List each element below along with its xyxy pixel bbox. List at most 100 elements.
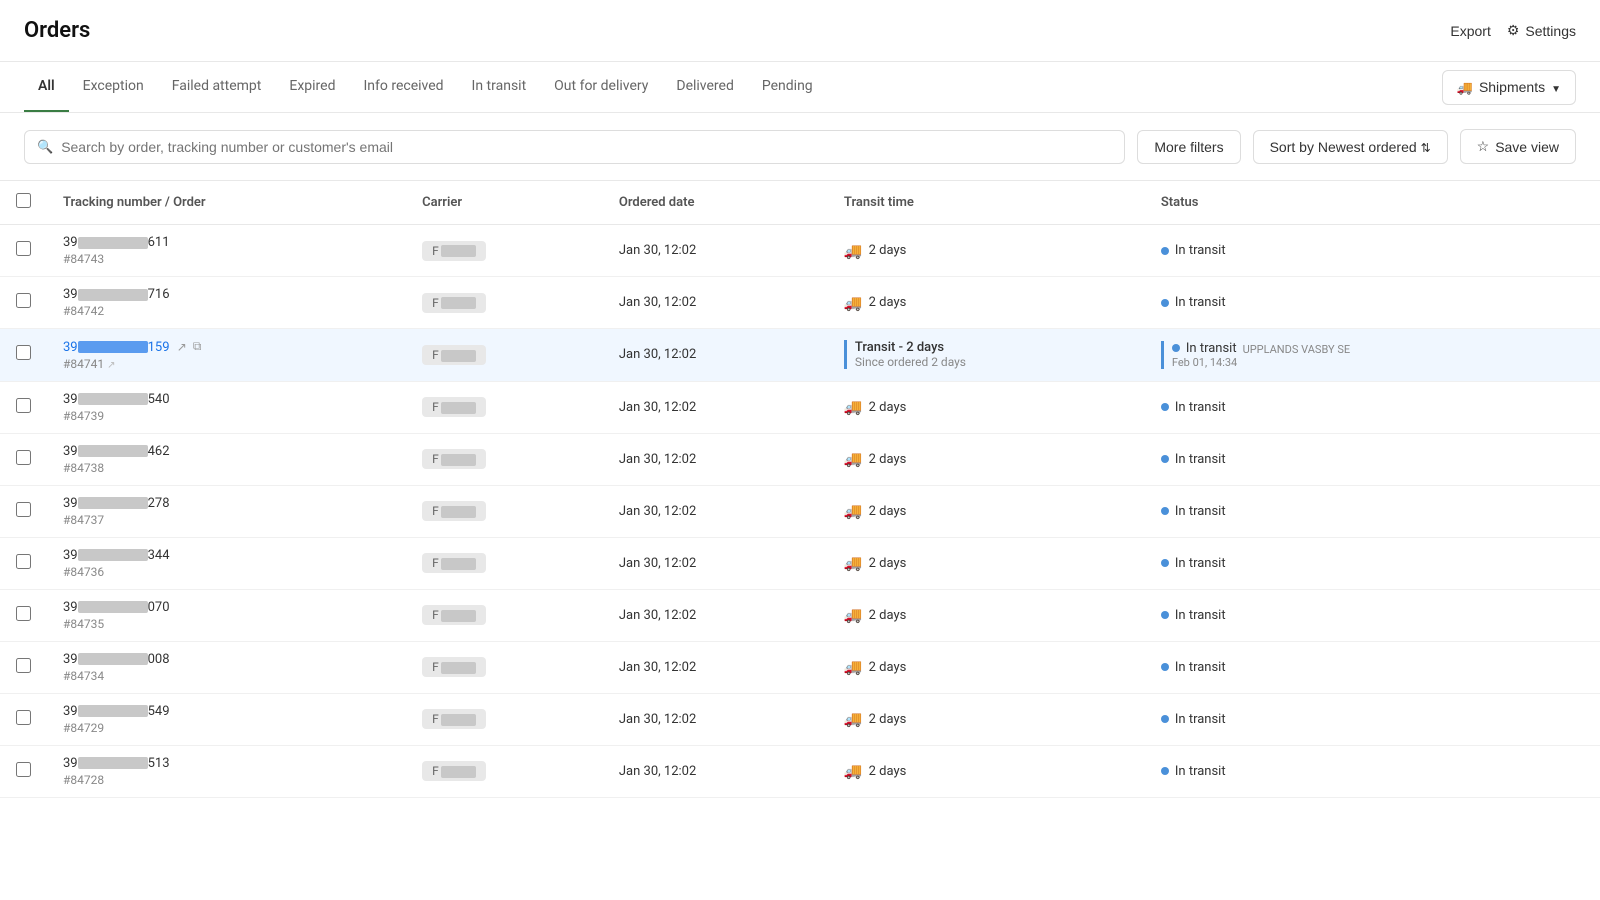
order-number: #84742 xyxy=(63,304,390,318)
tracking-number: 39070 xyxy=(63,600,390,615)
order-number: #84741 ↗ xyxy=(63,357,390,371)
status-text: In transit xyxy=(1175,764,1226,779)
transit-cell: 🚚 2 days xyxy=(844,606,1129,624)
transit-cell: 🚚 2 days xyxy=(844,294,1129,312)
toolbar: More filters Sort by Newest ordered Save… xyxy=(0,113,1600,181)
carrier-cell: F xyxy=(406,485,603,537)
tracking-cell: 39513 #84728 xyxy=(47,745,406,797)
row-checkbox[interactable] xyxy=(16,762,31,777)
table-row: 39716 #84742 FJan 30, 12:02 🚚 2 days In … xyxy=(0,277,1600,329)
transit-cell: 🚚 2 days xyxy=(844,658,1129,676)
order-ext-link-icon[interactable]: ↗ xyxy=(107,360,115,371)
shipments-button[interactable]: Shipments xyxy=(1442,70,1576,105)
status-dot xyxy=(1161,299,1169,307)
status-cell: In transit xyxy=(1145,485,1600,537)
carrier-cell: F xyxy=(406,277,603,329)
carrier-cell: F xyxy=(406,329,603,382)
carrier-cell: F xyxy=(406,589,603,641)
carrier-cell: F xyxy=(406,693,603,745)
ordered-date-cell: Jan 30, 12:02 xyxy=(603,641,828,693)
carrier-pill: F xyxy=(422,293,486,313)
tab-exception[interactable]: Exception xyxy=(69,62,158,112)
row-checkbox[interactable] xyxy=(16,293,31,308)
truck-small-icon: 🚚 xyxy=(844,450,863,468)
tab-expired[interactable]: Expired xyxy=(275,62,349,112)
row-checkbox[interactable] xyxy=(16,658,31,673)
tab-in-transit[interactable]: In transit xyxy=(458,62,541,112)
tab-pending[interactable]: Pending xyxy=(748,62,827,112)
table-header-row: Tracking number / Order Carrier Ordered … xyxy=(0,181,1600,225)
transit-time-cell: 🚚 2 days xyxy=(828,485,1145,537)
tab-out-for-delivery[interactable]: Out for delivery xyxy=(540,62,662,112)
row-checkbox[interactable] xyxy=(16,606,31,621)
row-checkbox-cell xyxy=(0,537,47,589)
tracking-number: 39278 xyxy=(63,496,390,511)
truck-small-icon: 🚚 xyxy=(844,554,863,572)
transit-days: 2 days xyxy=(869,660,907,675)
tracking-number: 39513 xyxy=(63,756,390,771)
copy-icon[interactable]: ⧉ xyxy=(193,339,202,354)
transit-days: 2 days xyxy=(869,556,907,571)
tab-delivered[interactable]: Delivered xyxy=(662,62,747,112)
status-main-row: In transit UPPLANDS VASBY SE xyxy=(1172,341,1584,356)
row-checkbox[interactable] xyxy=(16,554,31,569)
row-checkbox-cell xyxy=(0,225,47,277)
tab-all[interactable]: All xyxy=(24,62,69,112)
tracking-number: 39344 xyxy=(63,548,390,563)
status-row: In transit xyxy=(1161,660,1584,675)
order-number: #84734 xyxy=(63,669,390,683)
select-all-checkbox[interactable] xyxy=(16,193,31,208)
order-number: #84735 xyxy=(63,617,390,631)
status-dot xyxy=(1161,715,1169,723)
row-checkbox-cell xyxy=(0,693,47,745)
select-all-header[interactable] xyxy=(0,181,47,225)
table-row: 39159 ↗ ⧉ #84741 ↗ FJan 30, 12:02 Transi… xyxy=(0,329,1600,382)
tracking-cell: 39540 #84739 xyxy=(47,381,406,433)
status-dot xyxy=(1161,611,1169,619)
tracking-cell: 39070 #84735 xyxy=(47,589,406,641)
tracking-number: 39008 xyxy=(63,652,390,667)
status-row: In transit xyxy=(1161,556,1584,571)
shipments-label: Shipments xyxy=(1479,79,1545,95)
status-text: In transit xyxy=(1175,556,1226,571)
search-input[interactable] xyxy=(61,139,1112,155)
transit-time-cell: Transit - 2 days Since ordered 2 days xyxy=(828,329,1145,382)
sort-icon xyxy=(1421,139,1431,155)
sort-button[interactable]: Sort by Newest ordered xyxy=(1253,130,1448,164)
row-checkbox[interactable] xyxy=(16,345,31,360)
status-dot xyxy=(1161,403,1169,411)
row-checkbox[interactable] xyxy=(16,450,31,465)
row-checkbox[interactable] xyxy=(16,241,31,256)
row-checkbox-cell xyxy=(0,641,47,693)
status-cell: In transit xyxy=(1145,225,1600,277)
row-checkbox[interactable] xyxy=(16,710,31,725)
status-text: In transit xyxy=(1175,400,1226,415)
table-row: 39513 #84728 FJan 30, 12:02 🚚 2 days In … xyxy=(0,745,1600,797)
status-row: In transit xyxy=(1161,452,1584,467)
carrier-cell: F xyxy=(406,641,603,693)
caret-icon xyxy=(1551,79,1561,95)
export-button[interactable]: Export xyxy=(1450,23,1490,39)
order-number: #84739 xyxy=(63,409,390,423)
settings-button[interactable]: Settings xyxy=(1507,22,1576,39)
status-row: In transit xyxy=(1161,764,1584,779)
col-status: Status xyxy=(1145,181,1600,225)
carrier-pill: F xyxy=(422,709,486,729)
transit-cell: 🚚 2 days xyxy=(844,502,1129,520)
tracking-link[interactable]: 39159 xyxy=(63,340,170,355)
search-box[interactable] xyxy=(24,130,1125,164)
status-cell: In transit xyxy=(1145,589,1600,641)
save-view-button[interactable]: Save view xyxy=(1460,129,1576,164)
ext-link-icon[interactable]: ↗ xyxy=(177,340,187,354)
more-filters-button[interactable]: More filters xyxy=(1137,130,1240,164)
row-checkbox[interactable] xyxy=(16,502,31,517)
tabs: All Exception Failed attempt Expired Inf… xyxy=(24,62,827,112)
row-checkbox[interactable] xyxy=(16,398,31,413)
tracking-number: 39462 xyxy=(63,444,390,459)
transit-days: 2 days xyxy=(869,295,907,310)
ordered-date-cell: Jan 30, 12:02 xyxy=(603,589,828,641)
tab-failed-attempt[interactable]: Failed attempt xyxy=(158,62,276,112)
status-dot xyxy=(1161,767,1169,775)
truck-small-icon: 🚚 xyxy=(844,502,863,520)
tab-info-received[interactable]: Info received xyxy=(349,62,457,112)
